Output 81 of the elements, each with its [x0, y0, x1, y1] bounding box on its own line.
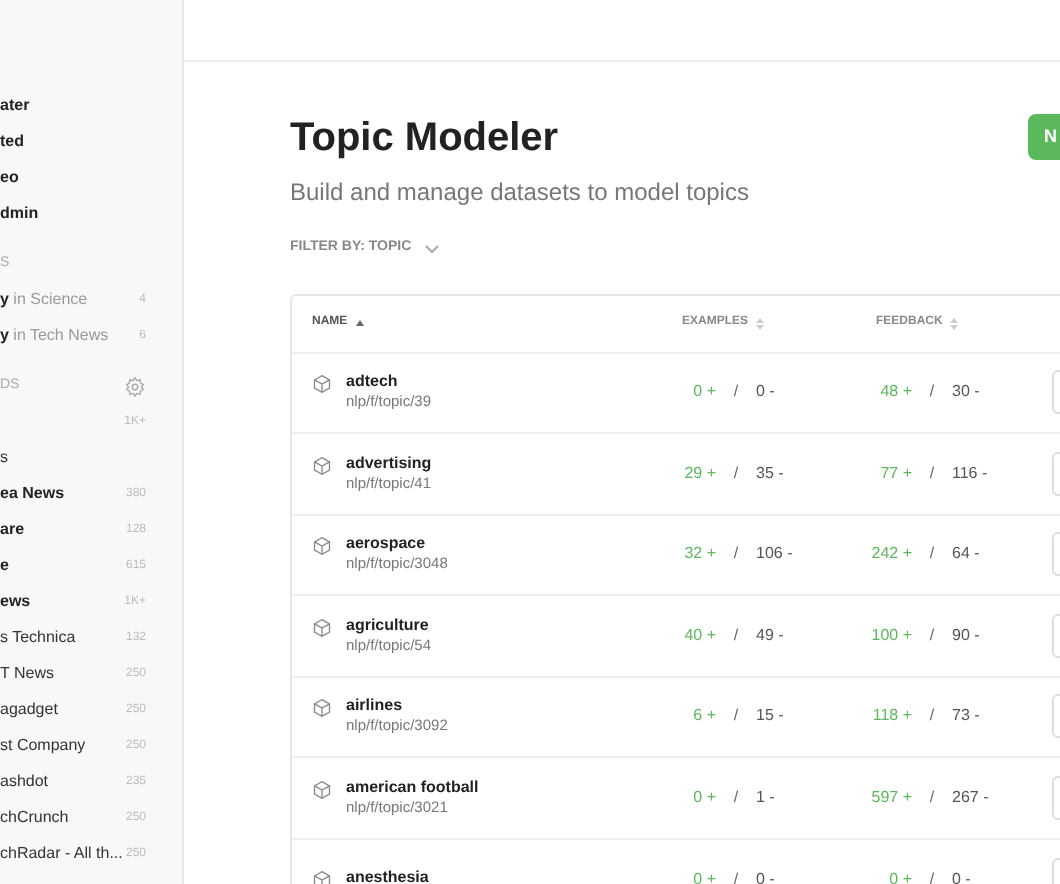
separator: / — [927, 542, 937, 567]
topic-name[interactable]: adtech — [346, 372, 432, 393]
cube-icon — [312, 617, 332, 638]
page-title: Topic Modeler — [290, 114, 559, 162]
separator: / — [731, 785, 741, 810]
positive-count: 32 + — [682, 542, 716, 567]
separator: / — [731, 542, 741, 567]
feed-item[interactable]: e — [0, 554, 9, 578]
separator: / — [927, 867, 937, 884]
nav-item[interactable]: dmin — [0, 196, 182, 232]
page-subtitle: Build and manage datasets to model topics — [290, 176, 751, 210]
negative-count: 106 - — [756, 542, 793, 567]
topic-name[interactable]: advertising — [346, 453, 432, 474]
negative-count: 49 - — [756, 623, 784, 648]
positive-count: 100 + — [869, 623, 912, 648]
positive-count: 0 + — [691, 867, 716, 884]
negative-count: 267 - — [952, 785, 989, 810]
negative-count: 90 - — [952, 623, 980, 648]
cube-icon — [312, 698, 332, 719]
positive-count: 242 + — [869, 542, 912, 567]
positive-count: 0 + — [887, 867, 912, 884]
sort-up-icon — [355, 319, 364, 327]
separator: / — [927, 461, 937, 486]
sort-icon — [756, 317, 765, 329]
topic-name[interactable]: american football — [346, 777, 479, 798]
positive-count: 29 + — [682, 461, 716, 486]
feed-item[interactable]: chCrunch — [0, 806, 69, 830]
topic-name[interactable]: airlines — [346, 696, 448, 717]
feed-item[interactable]: are — [0, 518, 25, 542]
cube-icon — [312, 870, 332, 884]
negative-count: 35 - — [756, 461, 784, 486]
topic-name[interactable]: aerospace — [346, 534, 448, 555]
feed-item[interactable]: agadget — [0, 698, 58, 722]
separator: / — [927, 785, 937, 810]
positive-count: 40 + — [682, 623, 716, 648]
positive-count: 597 + — [869, 785, 912, 810]
feed-item[interactable]: s — [0, 446, 8, 470]
shortcut-item[interactable]: y in Science — [0, 288, 88, 312]
separator: / — [731, 380, 741, 405]
chevron-down-icon — [423, 243, 440, 254]
positive-count: 0 + — [691, 380, 716, 405]
cube-icon — [312, 536, 332, 557]
separator: / — [731, 623, 741, 648]
separator: / — [927, 380, 937, 405]
positive-count: 118 + — [870, 704, 912, 729]
nav-item[interactable]: ater — [0, 88, 182, 124]
nav-item[interactable]: eo — [0, 160, 182, 196]
negative-count: 116 - — [952, 461, 988, 486]
cube-icon — [312, 779, 332, 800]
feed-item[interactable]: ashdot — [0, 770, 49, 794]
positive-count: 77 + — [878, 461, 912, 486]
cube-icon — [312, 374, 332, 395]
separator: / — [927, 623, 937, 648]
negative-count: 15 - — [756, 704, 784, 729]
separator: / — [731, 867, 741, 884]
separator: / — [927, 704, 937, 729]
negative-count: 0 - — [952, 867, 971, 884]
negative-count: 1 - — [756, 785, 775, 810]
feed-item[interactable]: T News — [0, 662, 54, 686]
feed-item[interactable]: st Company — [0, 734, 86, 758]
positive-count: 6 + — [691, 704, 716, 729]
negative-count: 0 - — [756, 867, 775, 884]
feed-item[interactable]: ews — [0, 590, 31, 614]
feed-item[interactable]: s Technica — [0, 626, 76, 650]
separator: / — [731, 461, 741, 486]
positive-count: 48 + — [878, 380, 912, 405]
nav-item[interactable]: ted — [0, 124, 182, 160]
negative-count: 64 - — [952, 542, 980, 567]
feed-item[interactable]: ea News — [0, 482, 65, 506]
negative-count: 0 - — [756, 380, 775, 405]
feed-item[interactable]: chRadar - All th... — [0, 842, 123, 866]
positive-count: 0 + — [691, 785, 716, 810]
topic-name[interactable]: agriculture — [346, 615, 432, 636]
separator: / — [731, 704, 741, 729]
negative-count: 30 - — [952, 380, 980, 405]
shortcut-item[interactable]: y in Tech News — [0, 324, 109, 348]
negative-count: 73 - — [952, 704, 980, 729]
settings-icon[interactable] — [124, 375, 146, 397]
sort-icon — [950, 317, 959, 329]
topic-name[interactable]: anesthesia — [346, 868, 429, 884]
cube-icon — [312, 455, 332, 476]
